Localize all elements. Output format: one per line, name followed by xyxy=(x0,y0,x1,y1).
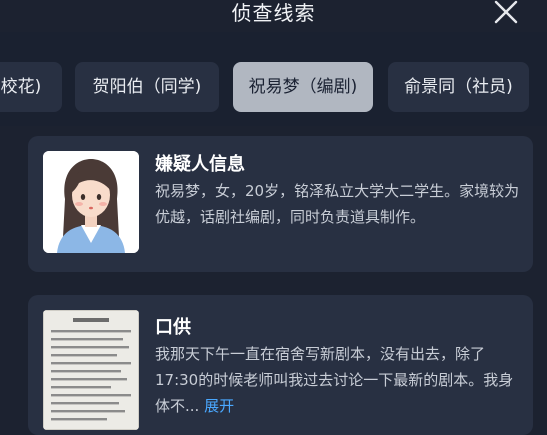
page-title: 侦查线索 xyxy=(231,1,316,25)
tab-suspect-3[interactable]: 祝易梦（编剧) xyxy=(233,62,373,112)
expand-link[interactable]: 展开 xyxy=(204,397,234,415)
document-thumbnail-icon[interactable] xyxy=(43,310,139,430)
tab-suspect-2[interactable]: 贺阳伯（同学) xyxy=(75,62,219,112)
tab-suspect-4[interactable]: 俞景同（社员) xyxy=(388,62,529,112)
confession-text: 我那天下午一直在宿舍写新剧本，没有出去，除了17:30的时候老师叫我过去讨论一下… xyxy=(155,341,520,419)
header: 侦查线索 xyxy=(0,0,547,32)
tab-suspect-1[interactable]: 校花) xyxy=(0,62,62,112)
suspect-info-card: 嫌疑人信息 祝易梦，女，20岁，铭泽私立大学大二学生。家境较为优越，话剧社编剧，… xyxy=(28,136,533,272)
confession-card: 口供 我那天下午一直在宿舍写新剧本，没有出去，除了17:30的时候老师叫我过去讨… xyxy=(28,295,533,435)
suspect-info-title: 嫌疑人信息 xyxy=(155,154,245,175)
suspect-info-text: 祝易梦，女，20岁，铭泽私立大学大二学生。家境较为优越，话剧社编剧，同时负责道具… xyxy=(155,182,520,226)
suspect-tabs: 校花) 贺阳伯（同学) 祝易梦（编剧) 俞景同（社员) xyxy=(0,32,547,126)
close-icon[interactable] xyxy=(492,0,520,26)
confession-title: 口供 xyxy=(155,317,191,338)
woman-avatar-icon xyxy=(43,151,139,253)
